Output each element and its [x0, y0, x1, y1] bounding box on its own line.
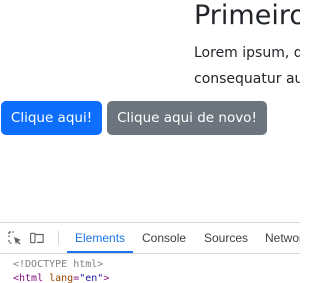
- page-heading: Primeiro: [194, 0, 300, 31]
- clique-aqui-de-novo-button[interactable]: Clique aqui de novo!: [107, 101, 267, 135]
- doctype-text: <!DOCTYPE html>: [13, 259, 104, 270]
- toolbar-divider: [58, 231, 59, 245]
- dom-node-html[interactable]: <html lang="en">: [13, 272, 109, 283]
- devtools-toolbar: Elements Console Sources Network: [0, 223, 300, 254]
- inspect-element-icon[interactable]: [8, 231, 22, 245]
- paragraph-line-2: consequatur aut: [194, 71, 300, 87]
- tab-network[interactable]: Network: [265, 223, 300, 253]
- device-toolbar-icon[interactable]: [30, 232, 44, 244]
- clique-aqui-button[interactable]: Clique aqui!: [1, 101, 102, 135]
- html-attr-value: "en": [79, 273, 104, 283]
- tab-elements[interactable]: Elements: [66, 223, 134, 253]
- devtools-panel: Elements Console Sources Network <!DOCTY…: [0, 222, 300, 283]
- html-tag-close: >: [103, 273, 110, 283]
- dom-node-doctype[interactable]: <!DOCTYPE html>: [13, 258, 109, 272]
- paragraph-line-1: Lorem ipsum, do: [194, 45, 300, 61]
- browser-window: Primeiro Lorem ipsum, do consequatur aut…: [0, 0, 300, 283]
- tab-sources[interactable]: Sources: [204, 223, 248, 253]
- html-tag-open: <html: [13, 273, 50, 283]
- lorem-paragraph: Lorem ipsum, do consequatur aut: [194, 40, 300, 92]
- tab-console[interactable]: Console: [142, 223, 186, 253]
- dom-tree: <!DOCTYPE html> <html lang="en">: [13, 258, 109, 283]
- html-attr-name: lang: [49, 273, 74, 283]
- page-viewport: Primeiro Lorem ipsum, do consequatur aut…: [0, 0, 300, 222]
